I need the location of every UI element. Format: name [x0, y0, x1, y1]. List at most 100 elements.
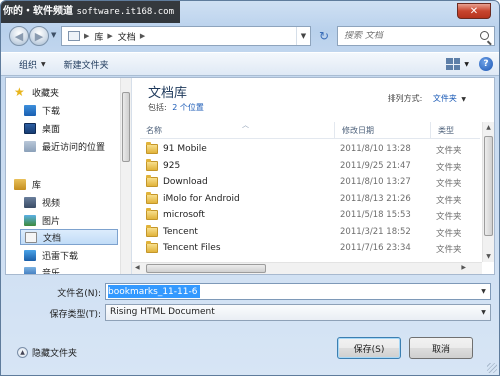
hide-folders-toggle[interactable]: ▲ 隐藏文件夹	[17, 346, 77, 359]
library-includes: 包括: 2 个位置	[148, 102, 204, 113]
recent-places-icon	[24, 140, 36, 152]
downloads-folder-icon	[24, 104, 36, 116]
sidebar-item-pictures[interactable]: 图片	[24, 212, 60, 228]
breadcrumb-library[interactable]: 库	[94, 30, 103, 43]
address-bar[interactable]: ▶ 库 ▶ 文档 ▶ ▼	[61, 26, 311, 46]
close-button[interactable]: ✕	[457, 3, 491, 19]
breadcrumb-documents[interactable]: 文档	[118, 30, 136, 43]
file-row[interactable]: Tencent Files 2011/7/16 23:34 文件夹	[140, 241, 480, 258]
scroll-right-icon[interactable]: ▶	[461, 264, 466, 271]
file-date: 2011/8/10 13:27	[340, 177, 411, 187]
folder-icon	[146, 224, 158, 237]
desktop-icon	[24, 122, 36, 134]
forward-button[interactable]: ▶	[29, 26, 49, 46]
arrange-by: 排列方式: 文件夹 ▼	[388, 93, 466, 104]
sidebar-item-favorites[interactable]: ★ 收藏夹	[14, 84, 59, 100]
file-type: 文件夹	[436, 212, 462, 222]
sidebar-item-label: 音乐	[42, 268, 61, 275]
sidebar-item-recent-places[interactable]: 最近访问的位置	[24, 138, 105, 154]
file-name-cell: microsoft	[146, 208, 205, 220]
folder-icon	[146, 191, 158, 204]
sidebar-item-music[interactable]: 音乐	[24, 264, 60, 274]
file-list-horizontal-scrollbar[interactable]: ◀ ▶	[132, 262, 482, 274]
browser-panes: ★ 收藏夹 下载 桌面 最近访问的位置 库 视频 图片 文档 迅雷下载 音乐 文…	[5, 77, 495, 275]
navigation-bar: ◀ ▶ ▼ ▶ 库 ▶ 文档 ▶ ▼ ↻	[7, 26, 495, 48]
watermark: 你的・软件频道 software.it168.com	[1, 1, 181, 23]
arrow-right-icon: ▶	[34, 29, 44, 43]
arrange-label: 排列方式:	[387, 94, 423, 103]
organize-label: 组织	[19, 60, 38, 71]
sidebar-item-desktop[interactable]: 桌面	[24, 120, 60, 136]
file-name: Download	[163, 177, 208, 187]
chevron-down-icon[interactable]: ▼	[477, 284, 490, 299]
file-name: iMolo for Android	[163, 193, 240, 204]
file-list-vertical-scrollbar[interactable]: ▲ ▼	[482, 122, 494, 262]
scrollbar-thumb[interactable]	[122, 92, 130, 162]
sidebar-item-thunder-downloads[interactable]: 迅雷下载	[24, 247, 78, 263]
chevron-right-icon[interactable]: ▶	[107, 32, 112, 40]
filename-field[interactable]: ▼	[105, 283, 491, 300]
command-bar: 组织 ▼ 新建文件夹 ▼ ?	[1, 52, 499, 76]
filetype-select[interactable]: Rising HTML Document ▼	[105, 304, 491, 321]
includes-locations-link[interactable]: 2 个位置	[172, 103, 204, 112]
file-row[interactable]: Download 2011/8/10 13:27 文件夹	[140, 175, 480, 192]
chevron-down-icon[interactable]: ▼	[464, 61, 469, 68]
sidebar-item-videos[interactable]: 视频	[24, 194, 60, 210]
file-type: 文件夹	[436, 245, 462, 255]
sidebar-item-libraries[interactable]: 库	[14, 176, 41, 192]
help-icon[interactable]: ?	[479, 57, 493, 71]
scrollbar-thumb[interactable]	[146, 264, 266, 273]
view-options-icon[interactable]	[446, 58, 461, 70]
chevron-down-icon[interactable]: ▼	[477, 305, 490, 320]
filename-input[interactable]	[106, 284, 476, 299]
refresh-icon: ↻	[318, 29, 330, 43]
library-icon	[68, 31, 80, 41]
chevron-right-icon[interactable]: ▶	[140, 32, 145, 40]
file-row[interactable]: iMolo for Android 2011/8/13 21:26 文件夹	[140, 191, 480, 209]
file-list: 91 Mobile 2011/8/10 13:28 文件夹 925 2011/9/25 …	[140, 142, 480, 258]
scrollbar-thumb[interactable]	[484, 136, 493, 236]
file-name: Tencent	[163, 226, 198, 237]
refresh-button[interactable]: ↻	[315, 27, 333, 45]
file-row[interactable]: 91 Mobile 2011/8/10 13:28 文件夹	[140, 142, 480, 159]
scroll-left-icon[interactable]: ◀	[135, 264, 140, 271]
star-icon: ★	[14, 84, 25, 99]
resize-grip[interactable]	[487, 363, 497, 373]
column-type[interactable]: 类型	[432, 125, 454, 136]
arrange-by-dropdown[interactable]: 文件夹	[433, 94, 457, 103]
sidebar-item-label: 下载	[42, 106, 61, 117]
save-button[interactable]: 保存(S)	[337, 337, 401, 359]
file-date: 2011/9/25 21:47	[340, 160, 411, 171]
sidebar-item-documents[interactable]: 文档	[20, 229, 118, 245]
sidebar-item-label: 最近访问的位置	[42, 142, 106, 153]
file-name-cell: 925	[146, 158, 180, 171]
cancel-button[interactable]: 取消	[409, 337, 473, 359]
file-row[interactable]: Tencent 2011/3/21 18:52 文件夹	[140, 224, 480, 242]
file-row[interactable]: microsoft 2011/5/18 15:53 文件夹	[140, 208, 480, 225]
scroll-down-icon[interactable]: ▼	[483, 253, 494, 260]
scroll-up-icon[interactable]: ▲	[483, 124, 494, 131]
column-date-modified[interactable]: 修改日期	[336, 125, 374, 136]
search-input[interactable]	[344, 31, 474, 41]
sidebar-item-downloads[interactable]: 下载	[24, 102, 60, 118]
organize-button[interactable]: 组织 ▼	[19, 58, 46, 71]
recent-pages-dropdown[interactable]: ▼	[51, 31, 56, 39]
file-row[interactable]: 925 2011/9/25 21:47 文件夹	[140, 158, 480, 176]
folder-icon	[146, 142, 158, 154]
sidebar-scrollbar[interactable]	[120, 78, 131, 274]
chevron-right-icon[interactable]: ▶	[84, 32, 89, 40]
search-icon[interactable]	[480, 31, 489, 40]
address-dropdown-button[interactable]: ▼	[296, 27, 310, 45]
video-library-icon	[24, 196, 36, 208]
chevron-down-icon[interactable]: ▼	[461, 96, 466, 103]
column-header: ︿ 名称 修改日期 类型	[140, 121, 480, 139]
folder-icon	[146, 158, 158, 171]
music-library-icon	[24, 266, 36, 274]
search-box[interactable]	[337, 26, 495, 46]
watermark-url: software.it168.com	[76, 7, 175, 17]
file-date: 2011/7/16 23:34	[340, 243, 411, 253]
new-folder-button[interactable]: 新建文件夹	[64, 58, 109, 71]
pictures-library-icon	[24, 214, 36, 226]
column-name[interactable]: 名称	[140, 125, 162, 136]
back-button[interactable]: ◀	[9, 26, 29, 46]
